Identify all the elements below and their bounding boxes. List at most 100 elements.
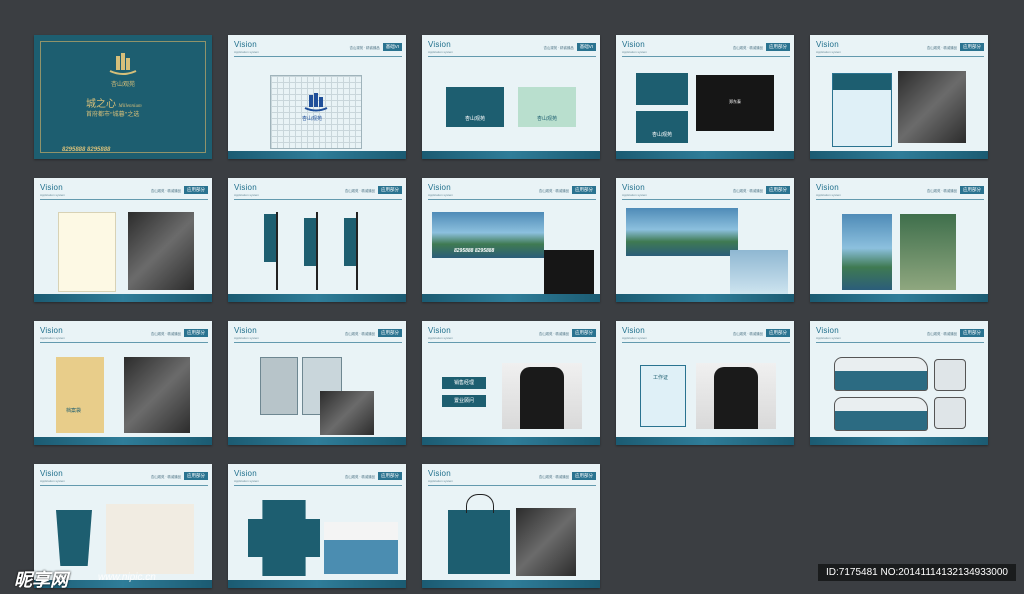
- cover-phones: 8295888 8295888: [62, 147, 111, 153]
- van-side-2: [834, 397, 928, 431]
- brand-title: Vision: [428, 326, 451, 335]
- filing-photo: [320, 391, 374, 435]
- building-logo-icon: [109, 53, 137, 75]
- paper-cup-flat: [56, 510, 92, 566]
- page-footer: [810, 294, 988, 302]
- vi-page-logo-colors[interactable]: Vision Application system 杏山观苑 · 精诚臻品 基础V…: [422, 35, 600, 159]
- logo-name: 杏山观苑: [464, 116, 485, 122]
- letterhead-photo: [128, 212, 194, 290]
- page-header: 杏山观苑 · 精诚臻品 应用部分: [345, 329, 402, 337]
- work-card-label: 工作证: [653, 375, 669, 381]
- logo-dark-swatch: 杏山观苑: [446, 87, 504, 127]
- vi-page-gift-bag[interactable]: Vision Application system 杏山观苑 · 精诚臻品 应用部…: [422, 464, 600, 588]
- header-rule: [234, 56, 402, 57]
- lamp-pole-1: [276, 212, 278, 290]
- page-header: 杏山观苑 · 精诚臻品 基础VI: [350, 43, 402, 51]
- vi-page-vehicle[interactable]: Vision Application system 杏山观苑 · 精诚臻品 应用部…: [810, 321, 988, 445]
- sign-advisor: 置业顾问: [442, 395, 486, 407]
- envelope-flat: [832, 73, 892, 147]
- section-tag: 应用部分: [572, 472, 596, 480]
- header-rule: [428, 56, 596, 57]
- page-footer: [228, 151, 406, 159]
- section-tag: 应用部分: [184, 186, 208, 194]
- brand-subtitle: Application system: [234, 479, 260, 483]
- header-rule: [622, 56, 790, 57]
- brand-subtitle: Application system: [622, 336, 648, 340]
- van-rear: [934, 397, 966, 429]
- vi-page-envelope[interactable]: Vision Application system 杏山观苑 · 精诚臻品 应用部…: [810, 35, 988, 159]
- billboard-photo: [544, 250, 594, 294]
- vi-page-posters[interactable]: Vision Application system 杏山观苑 · 精诚臻品 应用部…: [810, 178, 988, 302]
- vi-page-grid[interactable]: Vision Application system 杏山观苑 · 精诚臻品 基础V…: [228, 35, 406, 159]
- bus-stop-photo: [730, 250, 788, 294]
- header-mini: 杏山观苑 · 精诚臻品: [344, 474, 375, 479]
- card-photo: 郑东泰: [696, 75, 774, 131]
- header-rule: [234, 342, 402, 343]
- brand-title: Vision: [40, 326, 63, 335]
- header-rule: [234, 199, 402, 200]
- vi-page-nameplates[interactable]: Vision Application system 杏山观苑 · 精诚臻品 应用部…: [422, 321, 600, 445]
- brand-subtitle: Application system: [622, 50, 648, 54]
- header-rule: [428, 342, 596, 343]
- cover-project-name: 杏山观苑: [110, 82, 135, 88]
- header-mini: 杏山观苑 · 精诚臻品: [538, 188, 569, 193]
- brand-subtitle: Application system: [428, 50, 454, 54]
- vi-page-filing[interactable]: Vision Application system 杏山观苑 · 精诚臻品 应用部…: [228, 321, 406, 445]
- page-header: 杏山观苑 · 精诚臻品 应用部分: [151, 329, 208, 337]
- header-mini: 杏山观苑 · 精诚臻品: [926, 331, 957, 336]
- page-footer: [616, 437, 794, 445]
- brand-title: Vision: [234, 183, 257, 192]
- vi-page-bus-stop[interactable]: Vision Application system 杏山观苑 · 精诚臻品 应用部…: [616, 178, 794, 302]
- card-back: 杏山观苑: [636, 111, 688, 143]
- brand-title: Vision: [622, 326, 645, 335]
- header-mini: 杏山观苑 · 精诚臻品: [732, 188, 763, 193]
- page-footer: [422, 437, 600, 445]
- logo-name: 杏山观苑: [536, 116, 557, 122]
- header-rule: [428, 485, 596, 486]
- brand-title: Vision: [816, 40, 839, 49]
- vi-page-billboard[interactable]: Vision Application system 杏山观苑 · 精诚臻品 应用部…: [422, 178, 600, 302]
- poster-artwork: [842, 214, 892, 290]
- brand-title: Vision: [234, 326, 257, 335]
- header-mini: 杏山观苑 · 精诚臻品: [538, 331, 569, 336]
- section-tag: 应用部分: [766, 329, 790, 337]
- brand-title: Vision: [234, 40, 257, 49]
- bus-stop-artwork: [626, 208, 738, 256]
- poster-photo: [900, 214, 956, 290]
- page-header: 杏山观苑 · 精诚臻品 应用部分: [733, 329, 790, 337]
- cover-page[interactable]: 杏山观苑 城之心 Millennium 首府都市“城暮”之选 8295888 8…: [34, 35, 212, 159]
- vi-page-work-card[interactable]: Vision Application system 杏山观苑 · 精诚臻品 应用部…: [616, 321, 794, 445]
- sign-manager: 销售经理: [442, 377, 486, 389]
- page-footer: [228, 437, 406, 445]
- section-tag: 基础VI: [576, 43, 596, 51]
- page-header: 杏山观苑 · 精诚臻品 应用部分: [733, 43, 790, 51]
- grid-logo-name: 杏山观苑: [302, 117, 323, 122]
- section-tag: 应用部分: [572, 186, 596, 194]
- work-card-flat: 工作证: [640, 365, 686, 427]
- page-footer: [422, 580, 600, 588]
- brand-subtitle: Application system: [816, 193, 842, 197]
- brand-title: Vision: [622, 183, 645, 192]
- page-header: 杏山观苑 · 精诚臻品 基础VI: [544, 43, 596, 51]
- van-side-1: [834, 357, 928, 391]
- header-rule: [428, 199, 596, 200]
- vi-page-letterhead[interactable]: Vision Application system 杏山观苑 · 精诚臻品 应用部…: [34, 178, 212, 302]
- tissue-box-dieline: [248, 500, 320, 576]
- vi-page-tissue-box[interactable]: Vision Application system 杏山观苑 · 精诚臻品 应用部…: [228, 464, 406, 588]
- vi-page-business-card[interactable]: Vision Application system 杏山观苑 · 精诚臻品 应用部…: [616, 35, 794, 159]
- suit-photo: [502, 363, 582, 429]
- section-tag: 应用部分: [766, 43, 790, 51]
- building-logo-icon: [304, 93, 328, 112]
- vi-page-file-bag[interactable]: Vision Application system 杏山观苑 · 精诚臻品 应用部…: [34, 321, 212, 445]
- tissue-box-photo: [324, 522, 398, 574]
- page-footer: [34, 437, 212, 445]
- brand-subtitle: Application system: [234, 336, 260, 340]
- header-mini: 杏山观苑 · 精诚臻品: [926, 188, 957, 193]
- section-tag: 应用部分: [378, 186, 402, 194]
- header-rule: [40, 199, 208, 200]
- page-footer: [810, 151, 988, 159]
- vi-page-banners[interactable]: Vision Application system 杏山观苑 · 精诚臻品 应用部…: [228, 178, 406, 302]
- header-mini: 杏山观苑 · 精诚臻品: [732, 331, 763, 336]
- page-header: 杏山观苑 · 精诚臻品 应用部分: [151, 472, 208, 480]
- brand-subtitle: Application system: [428, 193, 454, 197]
